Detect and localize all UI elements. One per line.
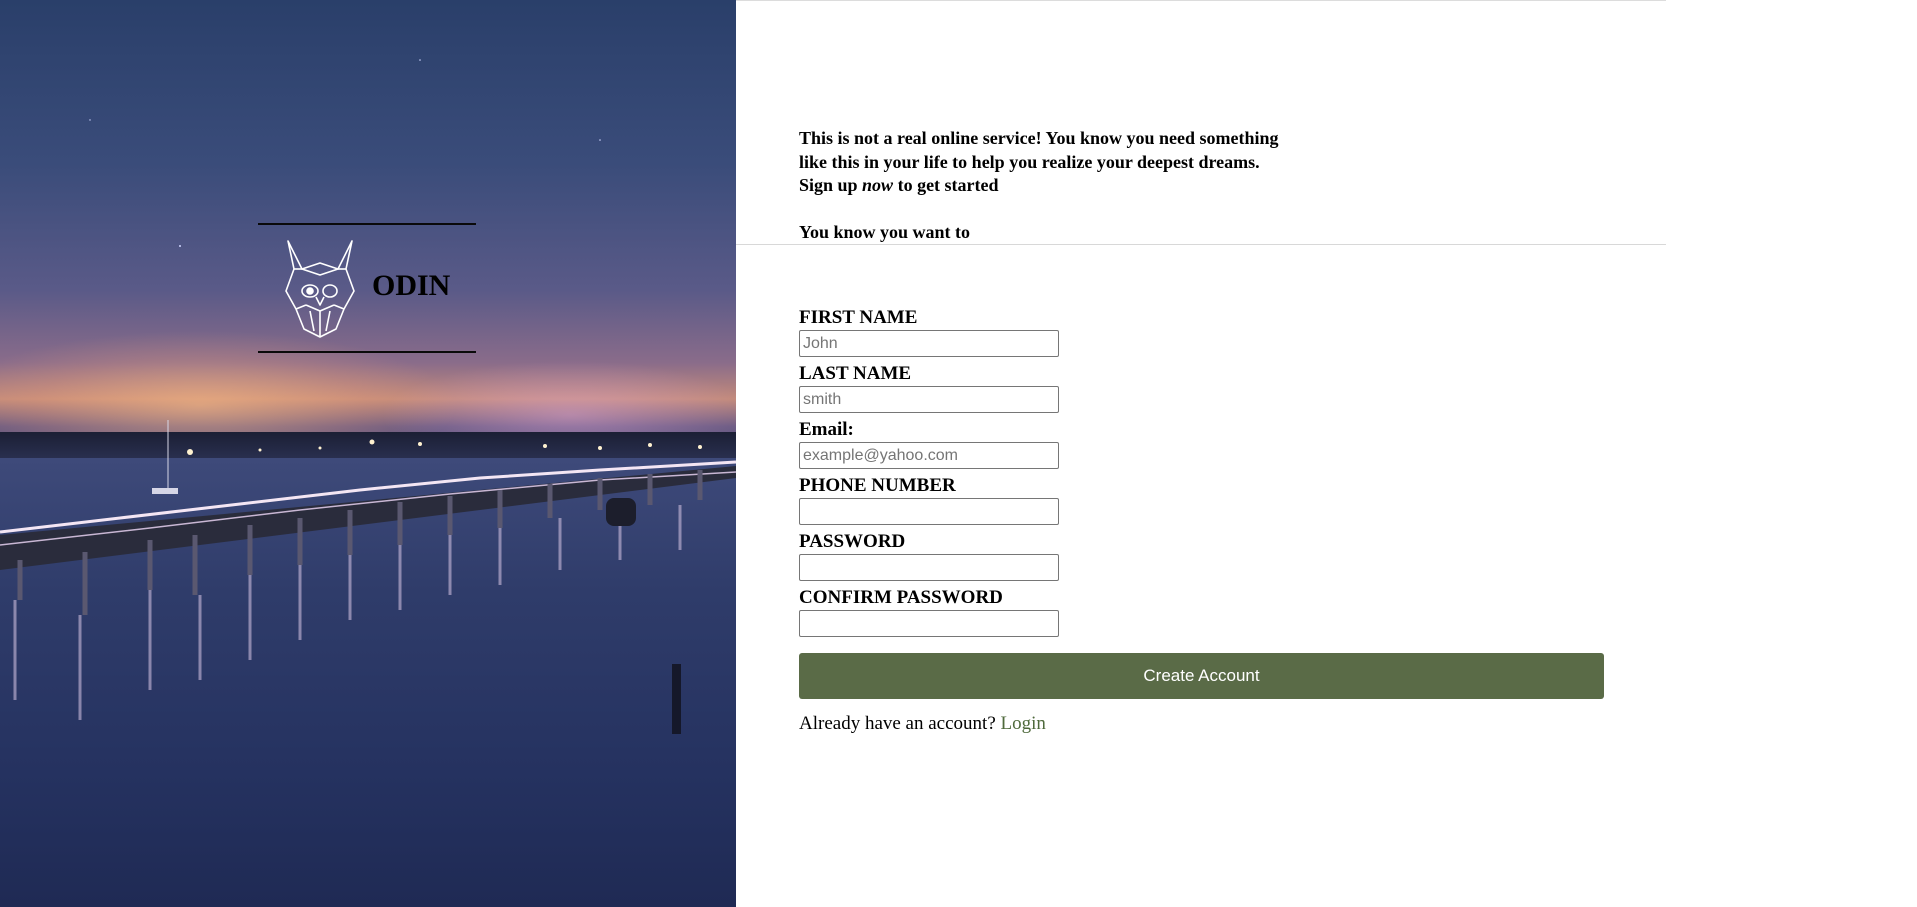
intro-line-2: like this in your life to help you reali… <box>799 151 1260 172</box>
signup-form: FIRST NAME LAST NAME Email: PHONE NUMBER… <box>799 307 1604 735</box>
top-divider <box>736 0 1666 1</box>
email-field: Email: <box>799 419 1604 475</box>
brand-name: ODIN <box>372 269 451 302</box>
password-input[interactable] <box>799 554 1059 581</box>
first-name-label: FIRST NAME <box>799 307 918 328</box>
intro-line-3-prefix: Sign up <box>799 175 863 195</box>
login-prompt: Already have an account? Login <box>799 713 1604 735</box>
logo-block: ODIN <box>258 223 476 353</box>
password-label: PASSWORD <box>799 531 906 552</box>
hero-image: ODIN <box>0 0 736 907</box>
intro-text: This is not a real online service! You k… <box>799 127 1359 244</box>
section-divider <box>736 244 1666 245</box>
phone-field: PHONE NUMBER <box>799 475 1604 531</box>
pier-scene <box>0 59 736 734</box>
create-account-button[interactable]: Create Account <box>799 653 1604 699</box>
viking-helmet-icon <box>285 240 355 338</box>
password-field: PASSWORD <box>799 531 1604 587</box>
intro-emphasis: now <box>862 175 894 195</box>
login-link[interactable]: Login <box>1001 713 1046 734</box>
confirm-password-label: CONFIRM PASSWORD <box>799 587 1003 608</box>
intro-line-3-suffix: to get started <box>893 175 999 195</box>
email-label: Email: <box>799 419 854 440</box>
first-name-input[interactable] <box>799 330 1059 357</box>
last-name-label: LAST NAME <box>799 363 912 384</box>
first-name-field: FIRST NAME <box>799 307 1604 363</box>
last-name-input[interactable] <box>799 386 1059 413</box>
intro-line-4: You know you want to <box>799 221 971 242</box>
intro-line-3: Sign up now to get started <box>799 174 1359 198</box>
confirm-password-field: CONFIRM PASSWORD <box>799 587 1604 643</box>
confirm-password-input[interactable] <box>799 610 1059 637</box>
email-input[interactable] <box>799 442 1059 469</box>
phone-input[interactable] <box>799 498 1059 525</box>
intro-line-1: This is not a real online service! You k… <box>799 128 1279 148</box>
last-name-field: LAST NAME <box>799 363 1604 419</box>
login-prompt-text: Already have an account? <box>799 713 996 734</box>
phone-label: PHONE NUMBER <box>799 475 956 496</box>
